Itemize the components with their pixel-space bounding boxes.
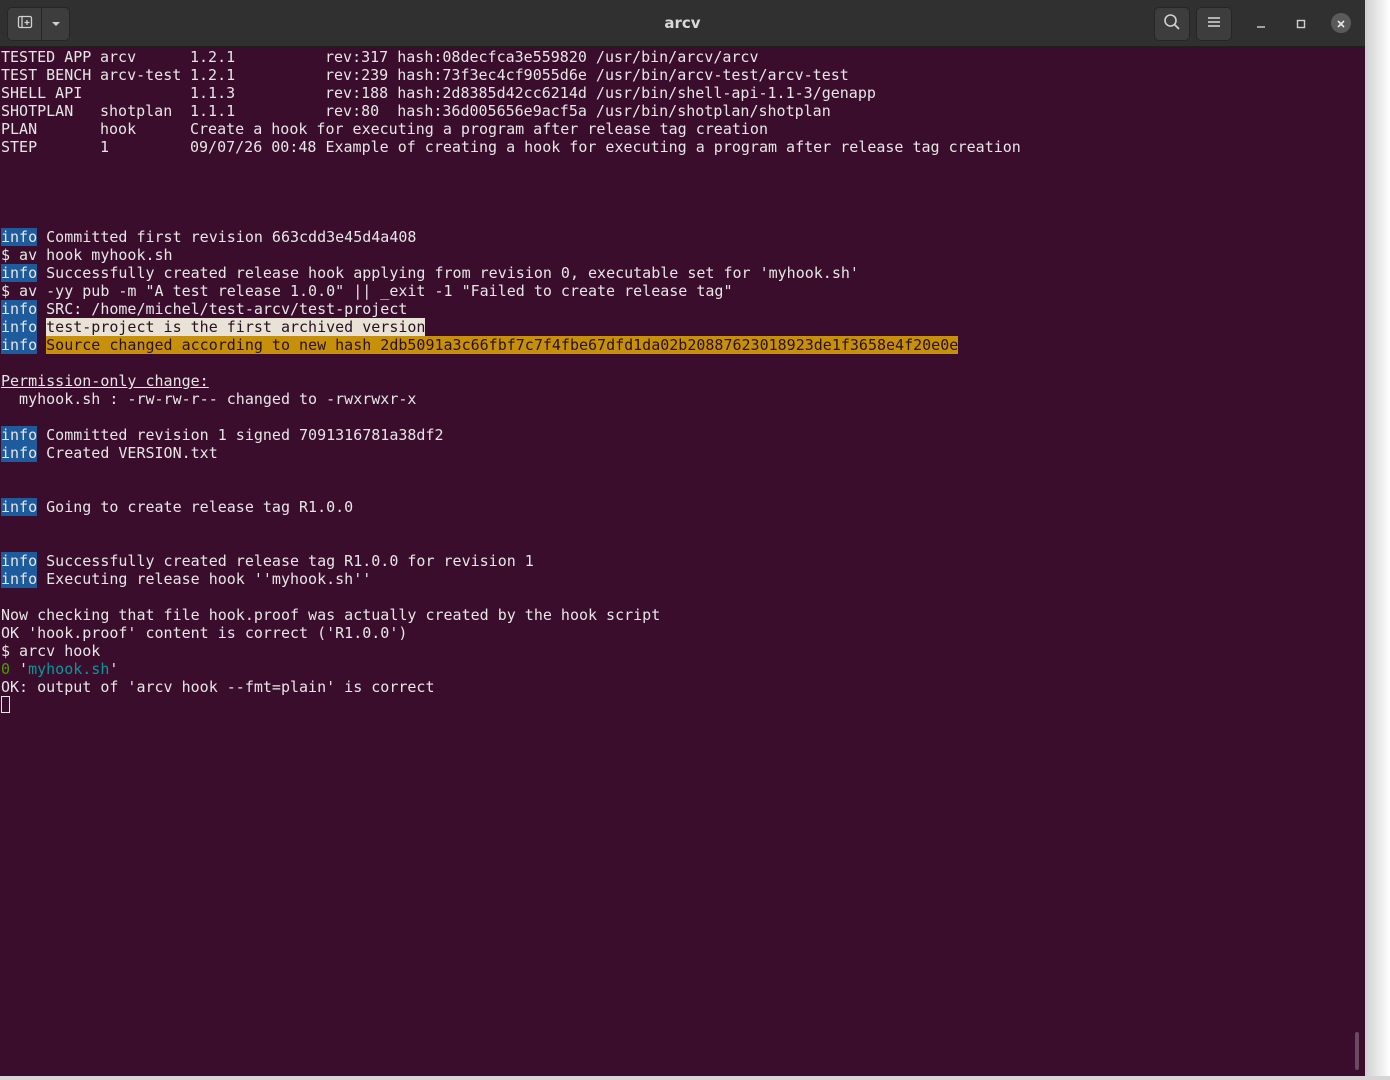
info-badge: info (1, 264, 38, 282)
title-bar: arcv (0, 0, 1365, 47)
close-button[interactable] (1331, 13, 1351, 33)
info-badge: info (1, 444, 38, 462)
info-badge: info (1, 570, 38, 588)
log-line: info Successfully created release tag R1… (1, 552, 534, 570)
terminal-output[interactable]: TESTED APP arcv 1.2.1 rev:317 hash:08decfca… (1, 48, 1356, 1076)
output-line: Now checking that file hook.proof was ac… (1, 606, 661, 624)
info-badge: info (1, 228, 38, 246)
search-icon (1163, 13, 1181, 35)
info-badge: info (1, 552, 38, 570)
search-button[interactable] (1154, 7, 1190, 41)
command-line: $ av hook myhook.sh (1, 246, 173, 264)
maximize-icon (1296, 14, 1306, 33)
header-row: TESTED APP arcv 1.2.1 rev:317 hash:08decfca… (1, 48, 759, 66)
log-line: info Committed revision 1 signed 7091316… (1, 426, 444, 444)
log-line: info Successfully created release hook a… (1, 264, 859, 282)
terminal-window: arcv TESTED APP arcv 1.2.1 rev:317 hash:… (0, 0, 1365, 1076)
section-heading: Permission-only change: (1, 372, 209, 390)
log-line: info SRC: /home/michel/test-arcv/test-pr… (1, 300, 408, 318)
scrollbar-thumb[interactable] (1355, 1032, 1359, 1070)
new-tab-dropdown-button[interactable] (42, 8, 69, 40)
output-line: myhook.sh : -rw-rw-r-- changed to -rwxrw… (1, 390, 417, 408)
highlighted-message: Source changed according to new hash 2db… (46, 336, 959, 354)
info-badge: info (1, 318, 38, 336)
info-badge: info (1, 300, 38, 318)
prompt-line (1, 696, 1356, 714)
log-line: info Source changed according to new has… (1, 336, 1356, 354)
command-line: $ av -yy pub -m "A test release 1.0.0" |… (1, 282, 733, 300)
header-row: PLAN hook Create a hook for executing a pr… (1, 120, 768, 138)
close-icon (1336, 14, 1346, 33)
log-line: info Committed first revision 663cdd3e45… (1, 228, 417, 246)
minimize-icon (1256, 14, 1266, 33)
log-line: info Executing release hook ''myhook.sh'… (1, 570, 372, 588)
hamburger-menu-icon (1206, 14, 1222, 34)
minimize-button[interactable] (1251, 13, 1271, 33)
new-tab-icon (17, 14, 33, 34)
header-row: STEP 1 09/07/26 00:48 Example of creating … (1, 138, 1021, 156)
new-tab-button[interactable] (8, 8, 42, 40)
highlighted-message: test-project is the first archived versi… (46, 318, 426, 336)
text-cursor (1, 696, 10, 713)
header-row: SHELL API 1.1.3 rev:188 hash:2d8385d42cc62… (1, 84, 876, 102)
log-line: info Created VERSION.txt (1, 444, 218, 462)
chevron-down-icon (50, 15, 62, 34)
header-row: TEST BENCH arcv-test 1.2.1 rev:239 hash:73f… (1, 66, 849, 84)
command-line: $ arcv hook (1, 642, 101, 660)
output-line: OK: output of 'arcv hook --fmt=plain' is… (1, 678, 435, 696)
log-line: info Going to create release tag R1.0.0 (1, 498, 354, 516)
desktop-edge (0, 1076, 1390, 1080)
output-line: 0 'myhook.sh' (1, 660, 119, 678)
header-row: SHOTPLAN shotplan 1.1.1 rev:80 hash:36d0056… (1, 102, 831, 120)
new-tab-split-button[interactable] (7, 7, 70, 41)
menu-button[interactable] (1196, 7, 1232, 41)
log-line: info test-project is the first archived … (1, 318, 1356, 336)
info-badge: info (1, 498, 38, 516)
maximize-button[interactable] (1291, 13, 1311, 33)
info-badge: info (1, 426, 38, 444)
info-badge: info (1, 336, 38, 354)
desktop-edge (1365, 0, 1390, 1080)
output-line: OK 'hook.proof' content is correct ('R1.… (1, 624, 408, 642)
